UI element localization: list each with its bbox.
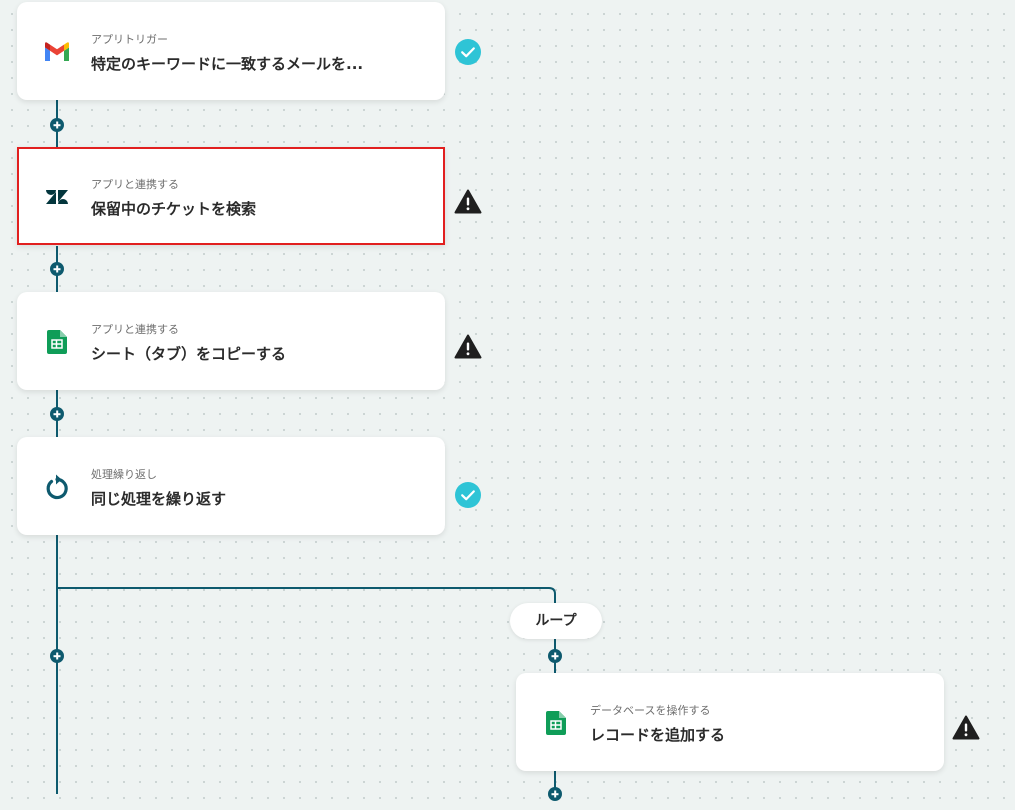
status-warning-icon [454, 333, 482, 361]
flow-step-card-gmail-trigger[interactable]: アプリトリガー 特定のキーワードに一致するメールを... [17, 2, 445, 100]
step-title: 保留中のチケットを検索 [91, 200, 257, 218]
status-complete-icon [454, 481, 482, 509]
step-type-label: アプリトリガー [91, 33, 168, 46]
gmail-icon [41, 36, 73, 68]
step-type-label: アプリと連携する [91, 323, 179, 336]
flow-step-card-add-record[interactable]: データベースを操作する レコードを追加する [516, 673, 944, 771]
add-step-button[interactable] [50, 649, 64, 663]
google-sheets-icon [41, 326, 73, 358]
step-type-label: アプリと連携する [91, 178, 179, 191]
loop-add-step-button[interactable] [548, 787, 562, 801]
zendesk-icon [41, 181, 73, 213]
status-warning-icon [952, 714, 980, 742]
google-sheets-icon [540, 707, 572, 739]
add-step-button[interactable] [50, 407, 64, 421]
status-warning-icon [454, 188, 482, 216]
step-title: シート（タブ）をコピーする [91, 345, 287, 363]
step-type-label: データベースを操作する [590, 704, 711, 717]
status-complete-icon [454, 38, 482, 66]
loop-branch-label[interactable]: ループ [510, 603, 602, 639]
flow-step-card-zendesk-search[interactable]: アプリと連携する 保留中のチケットを検索 [17, 147, 445, 245]
step-type-label: 処理繰り返し [91, 468, 157, 481]
step-title: レコードを追加する [590, 726, 726, 744]
add-step-button[interactable] [50, 262, 64, 276]
loop-icon [41, 471, 73, 503]
flow-step-card-sheets-copy[interactable]: アプリと連携する シート（タブ）をコピーする [17, 292, 445, 390]
flow-step-card-loop[interactable]: 処理繰り返し 同じ処理を繰り返す [17, 437, 445, 535]
step-title: 同じ処理を繰り返す [91, 490, 227, 508]
loop-add-step-button[interactable] [548, 649, 562, 663]
step-title: 特定のキーワードに一致するメールを... [91, 55, 364, 73]
add-step-button[interactable] [50, 118, 64, 132]
